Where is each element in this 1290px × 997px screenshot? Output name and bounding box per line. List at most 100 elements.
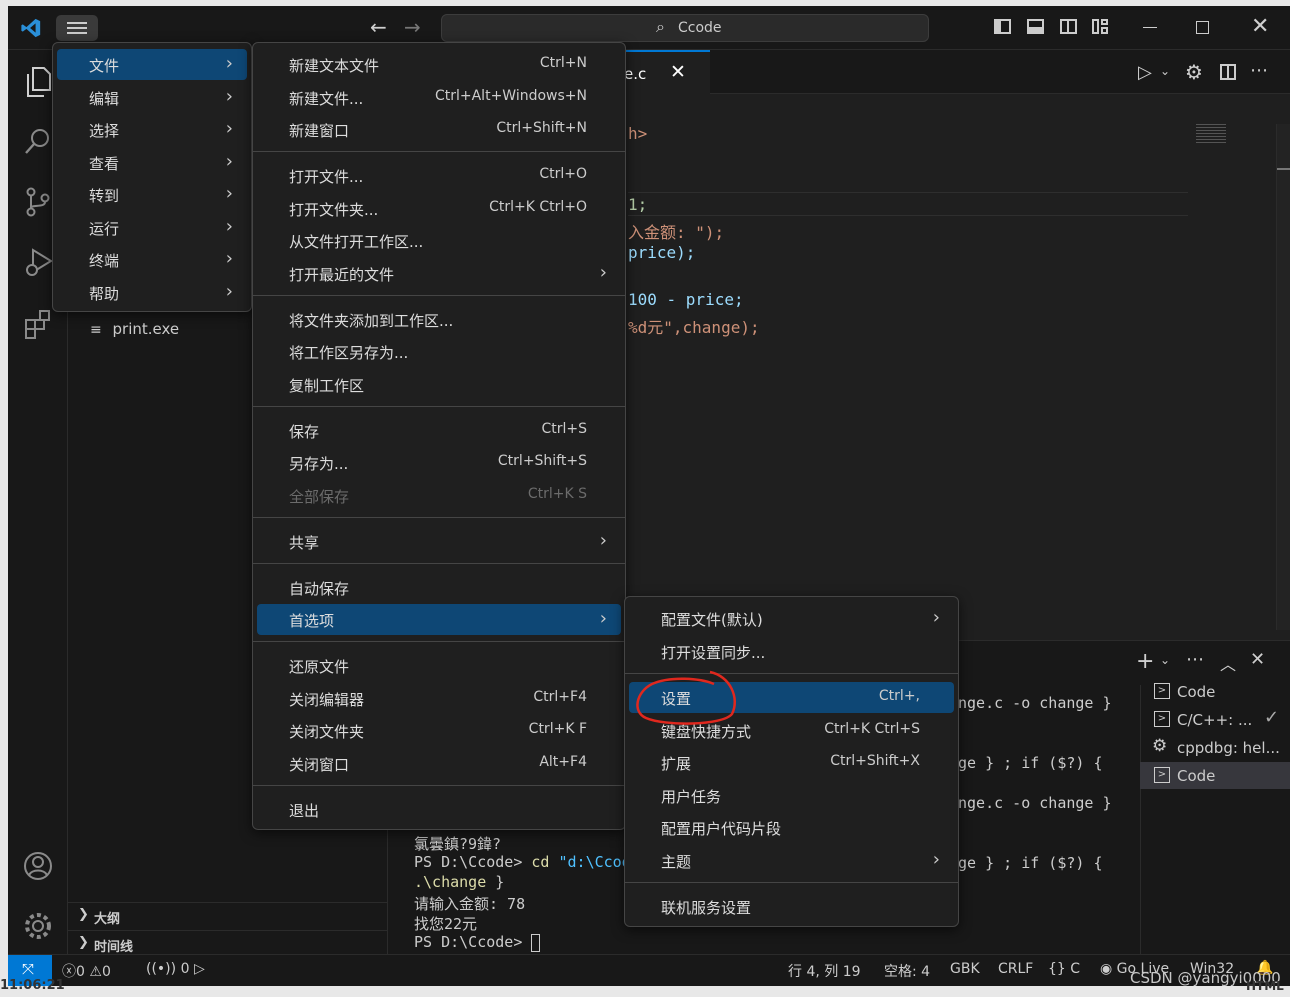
terminal-line-r1: nge.c -o change } — [958, 694, 1112, 712]
arrow-left-icon[interactable]: ← — [370, 15, 387, 39]
menu-save-workspace-as[interactable]: 将工作区另存为... — [257, 336, 621, 367]
terminal-tab-label: C/C++: ... — [1177, 711, 1253, 729]
menu-item-file[interactable]: 文件 › — [57, 49, 247, 80]
menu-revert-file[interactable]: 还原文件 — [257, 650, 621, 681]
file-lines-icon: ≡ — [90, 322, 102, 338]
menu-close-folder[interactable]: 关闭文件夹 Ctrl+K F — [257, 715, 621, 746]
account-icon[interactable] — [22, 850, 54, 882]
minimap[interactable] — [1196, 124, 1226, 144]
tab-close-icon[interactable]: ✕ — [670, 61, 686, 83]
terminal-line-r3: nge.c -o change } — [958, 794, 1112, 812]
menu-item-run[interactable]: 运行 › — [57, 212, 247, 243]
menu-user-tasks[interactable]: 用户任务 — [629, 780, 954, 811]
menu-new-text-file[interactable]: 新建文本文件 Ctrl+N — [257, 49, 621, 80]
menu-save[interactable]: 保存 Ctrl+S — [257, 415, 621, 446]
menu-user-snippets[interactable]: 配置用户代码片段 — [629, 812, 954, 843]
menu-item-selection[interactable]: 选择 › — [57, 114, 247, 145]
menu-share[interactable]: 共享 › — [257, 526, 621, 557]
source-control-icon[interactable] — [24, 186, 52, 218]
chevron-down-icon[interactable]: ⌄ — [1160, 64, 1170, 78]
terminal-tab-code-1[interactable]: > Code — [1152, 679, 1290, 705]
debug-bug-icon: ⚙ — [1152, 736, 1168, 756]
toggle-primary-sidebar-icon[interactable] — [994, 19, 1011, 34]
code-line-include: h> — [628, 124, 648, 143]
menu-extensions[interactable]: 扩展 Ctrl+Shift+X — [629, 747, 954, 778]
menu-item-help[interactable]: 帮助 › — [57, 277, 247, 308]
menu-new-window[interactable]: 新建窗口 Ctrl+Shift+N — [257, 114, 621, 145]
broadcast-icon: ◉ — [1100, 961, 1113, 977]
menu-item-edit[interactable]: 编辑 › — [57, 82, 247, 113]
terminal-line-prompt[interactable]: PS D:\Ccode> — [414, 933, 541, 952]
terminal-line-output: 找您22元 — [414, 915, 478, 933]
arrow-right-icon[interactable]: → — [404, 15, 421, 39]
menu-separator — [253, 517, 625, 518]
close-icon[interactable]: ✕ — [1251, 14, 1269, 39]
terminal-tab-cpp[interactable]: > C/C++: ... ✓ — [1152, 707, 1290, 733]
menu-item-view[interactable]: 查看 › — [57, 147, 247, 178]
indentation[interactable]: 空格: 4 — [884, 961, 930, 981]
menu-save-as[interactable]: 另存为... Ctrl+Shift+S — [257, 447, 621, 478]
more-actions-icon[interactable]: ⋯ — [1186, 649, 1204, 670]
search-sidebar-icon[interactable] — [23, 126, 53, 156]
terminal-tab-cppdbg[interactable]: ⚙ cppdbg: hel... — [1152, 735, 1290, 761]
terminal-tab-code-2[interactable]: > Code — [1140, 762, 1290, 789]
command-center-search[interactable]: ⌕ Ccode — [441, 14, 929, 42]
menu-open-file[interactable]: 打开文件... Ctrl+O — [257, 160, 621, 191]
explorer-icon[interactable] — [24, 66, 54, 98]
settings-gear-icon[interactable]: ⚙ — [1185, 60, 1203, 84]
minimize-icon[interactable] — [1143, 27, 1157, 28]
cursor-position[interactable]: 行 4, 列 19 — [788, 961, 861, 981]
timeline-section[interactable]: ❯ 时间线 — [68, 930, 388, 956]
terminal-icon: > — [1154, 683, 1170, 699]
maximize-icon[interactable] — [1196, 21, 1209, 34]
menu-exit[interactable]: 退出 — [257, 794, 621, 825]
menu-preferences[interactable]: 首选项 › — [257, 604, 621, 635]
line-ending[interactable]: CRLF — [998, 961, 1033, 977]
split-editor-icon[interactable] — [1220, 64, 1236, 80]
menu-profile-default[interactable]: 配置文件(默认) › — [629, 603, 954, 634]
maximize-panel-chevron-up-icon[interactable]: ︿ — [1220, 651, 1236, 675]
hamburger-menu-button[interactable] — [56, 15, 98, 41]
menu-separator — [253, 641, 625, 642]
clock-text: 11:06:21 — [0, 978, 65, 993]
menu-close-window[interactable]: 关闭窗口 Alt+F4 — [257, 748, 621, 779]
close-panel-icon[interactable]: ✕ — [1250, 649, 1265, 670]
customize-layout-icon[interactable] — [1092, 19, 1109, 34]
run-debug-icon[interactable] — [23, 246, 55, 278]
editor-tab[interactable]: e.c ✕ — [618, 50, 710, 94]
run-icon[interactable]: ▷ — [1138, 62, 1152, 83]
outline-label: 大纲 — [94, 912, 121, 927]
toggle-secondary-sidebar-icon[interactable] — [1060, 19, 1077, 34]
more-actions-icon[interactable]: ⋯ — [1250, 60, 1268, 81]
manage-gear-icon[interactable] — [22, 910, 54, 942]
chevron-down-icon[interactable]: ⌄ — [1160, 653, 1170, 667]
outline-section[interactable]: ❯ 大纲 — [68, 902, 388, 928]
encoding[interactable]: GBK — [950, 961, 980, 977]
menu-item-go[interactable]: 转到 › — [57, 179, 247, 210]
language-mode[interactable]: {} C — [1048, 961, 1080, 977]
extensions-icon[interactable] — [23, 308, 55, 340]
menu-separator — [253, 563, 625, 564]
menu-auto-save[interactable]: 自动保存 — [257, 572, 621, 603]
chevron-right-icon: ❯ — [78, 907, 89, 922]
editor-scrollbar[interactable] — [1276, 124, 1290, 630]
menu-settings-sync[interactable]: 打开设置同步... — [629, 636, 954, 667]
menu-duplicate-workspace[interactable]: 复制工作区 — [257, 369, 621, 400]
menu-online-services[interactable]: 联机服务设置 — [629, 891, 954, 922]
menu-theme[interactable]: 主题 › — [629, 845, 954, 876]
debug-launch-icon[interactable]: ▷ — [194, 961, 205, 977]
menu-open-recent[interactable]: 打开最近的文件 › — [257, 258, 621, 289]
menu-open-folder[interactable]: 打开文件夹... Ctrl+K Ctrl+O — [257, 193, 621, 224]
menu-open-workspace[interactable]: 从文件打开工作区... — [257, 225, 621, 256]
menu-new-file[interactable]: 新建文件... Ctrl+Alt+Windows+N — [257, 82, 621, 113]
broadcast-icon: ((•)) — [146, 961, 177, 977]
menu-item-terminal[interactable]: 终端 › — [57, 244, 247, 275]
menu-close-editor[interactable]: 关闭编辑器 Ctrl+F4 — [257, 683, 621, 714]
menu-add-folder-workspace[interactable]: 将文件夹添加到工作区... — [257, 304, 621, 335]
new-terminal-plus-icon[interactable]: + — [1136, 649, 1154, 674]
problems-indicator[interactable]: ⓧ0 ⚠0 — [62, 961, 111, 981]
file-item[interactable]: ≡ print.exe — [90, 320, 179, 338]
menu-separator — [253, 406, 625, 407]
toggle-panel-icon[interactable] — [1027, 19, 1044, 34]
ports-indicator[interactable]: ((•)) 0 — [146, 961, 189, 977]
